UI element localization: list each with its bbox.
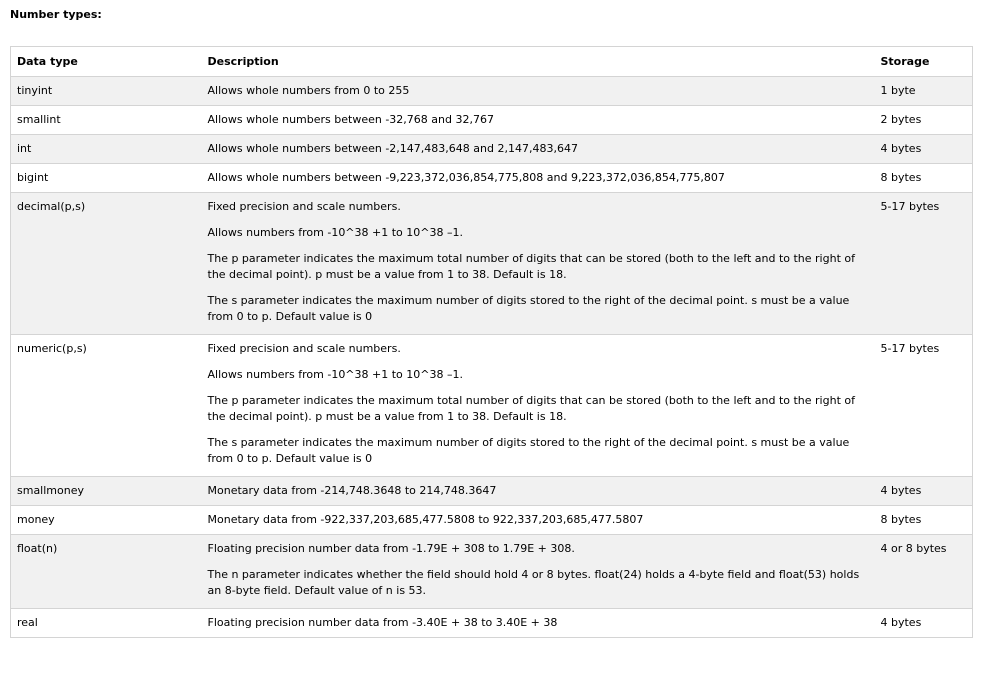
cell-data-type: numeric(p,s) <box>10 334 202 477</box>
description-paragraph: Floating precision number data from -1.7… <box>207 542 575 555</box>
cell-description: Fixed precision and scale numbers. Allow… <box>201 334 875 477</box>
description-paragraph: Allows whole numbers between -2,147,483,… <box>207 142 578 155</box>
cell-storage: 4 bytes <box>874 134 973 164</box>
header-storage: Storage <box>874 46 973 77</box>
cell-storage: 1 byte <box>874 76 973 106</box>
table-row: bigint Allows whole numbers between -9,2… <box>10 163 973 193</box>
description-paragraph: Allows numbers from -10^38 +1 to 10^38 –… <box>207 226 463 239</box>
description-paragraph: Allows numbers from -10^38 +1 to 10^38 –… <box>207 368 463 381</box>
cell-storage: 4 bytes <box>874 476 973 506</box>
description-paragraph: Monetary data from -214,748.3648 to 214,… <box>207 484 497 497</box>
number-types-table: Data type Description Storage tinyint Al… <box>10 46 973 638</box>
section-heading: Number types: <box>10 8 102 21</box>
cell-storage: 8 bytes <box>874 163 973 193</box>
table-header-row: Data type Description Storage <box>10 46 973 77</box>
cell-description: Allows whole numbers between -9,223,372,… <box>201 163 875 193</box>
description-paragraph: The s parameter indicates the maximum nu… <box>207 436 850 465</box>
cell-description: Monetary data from -214,748.3648 to 214,… <box>201 476 875 506</box>
cell-description: Floating precision number data from -3.4… <box>201 608 875 638</box>
description-paragraph: Allows whole numbers between -9,223,372,… <box>207 171 725 184</box>
cell-storage: 5-17 bytes <box>874 334 973 477</box>
cell-storage: 5-17 bytes <box>874 192 973 335</box>
description-paragraph: The p parameter indicates the maximum to… <box>207 252 855 281</box>
cell-description: Allows whole numbers between -32,768 and… <box>201 105 875 135</box>
cell-data-type: decimal(p,s) <box>10 192 202 335</box>
table-row: numeric(p,s) Fixed precision and scale n… <box>10 334 973 477</box>
description-paragraph: The s parameter indicates the maximum nu… <box>207 294 850 323</box>
description-paragraph: The p parameter indicates the maximum to… <box>207 394 855 423</box>
description-paragraph: The n parameter indicates whether the fi… <box>207 568 860 597</box>
table-row: int Allows whole numbers between -2,147,… <box>10 134 973 164</box>
description-paragraph: Fixed precision and scale numbers. <box>207 200 401 213</box>
table-row: real Floating precision number data from… <box>10 608 973 638</box>
cell-data-type: money <box>10 505 202 535</box>
cell-storage: 8 bytes <box>874 505 973 535</box>
description-paragraph: Fixed precision and scale numbers. <box>207 342 401 355</box>
table-row: smallint Allows whole numbers between -3… <box>10 105 973 135</box>
cell-data-type: float(n) <box>10 534 202 609</box>
cell-description: Floating precision number data from -1.7… <box>201 534 875 609</box>
cell-storage: 2 bytes <box>874 105 973 135</box>
table-row: float(n) Floating precision number data … <box>10 534 973 609</box>
description-paragraph: Allows whole numbers from 0 to 255 <box>207 84 410 97</box>
table-row: decimal(p,s) Fixed precision and scale n… <box>10 192 973 335</box>
cell-description: Allows whole numbers from 0 to 255 <box>201 76 875 106</box>
cell-data-type: tinyint <box>10 76 202 106</box>
cell-data-type: bigint <box>10 163 202 193</box>
cell-storage: 4 or 8 bytes <box>874 534 973 609</box>
description-paragraph: Floating precision number data from -3.4… <box>207 616 558 629</box>
header-description: Description <box>201 46 875 77</box>
cell-description: Allows whole numbers between -2,147,483,… <box>201 134 875 164</box>
cell-data-type: real <box>10 608 202 638</box>
cell-storage: 4 bytes <box>874 608 973 638</box>
description-paragraph: Allows whole numbers between -32,768 and… <box>207 113 494 126</box>
table-row: money Monetary data from -922,337,203,68… <box>10 505 973 535</box>
cell-data-type: smallmoney <box>10 476 202 506</box>
cell-data-type: smallint <box>10 105 202 135</box>
table-row: tinyint Allows whole numbers from 0 to 2… <box>10 76 973 106</box>
cell-description: Fixed precision and scale numbers. Allow… <box>201 192 875 335</box>
cell-description: Monetary data from -922,337,203,685,477.… <box>201 505 875 535</box>
description-paragraph: Monetary data from -922,337,203,685,477.… <box>207 513 644 526</box>
header-data-type: Data type <box>10 46 202 77</box>
table-row: smallmoney Monetary data from -214,748.3… <box>10 476 973 506</box>
cell-data-type: int <box>10 134 202 164</box>
